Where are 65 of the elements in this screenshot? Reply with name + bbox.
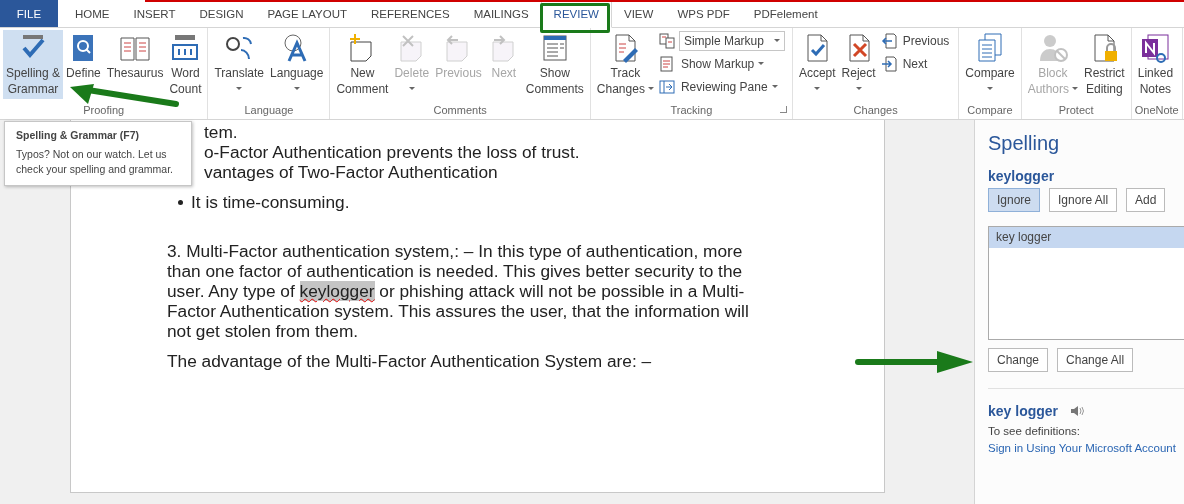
ribbon-button[interactable]: Show Comments [522,30,587,99]
document-text: o-Factor Authentication prevents the loss of trust. [204,142,580,162]
ribbon-button[interactable]: Track Changes [593,30,657,99]
definition-note: To see definitions: [988,425,1082,437]
ribbon-button[interactable]: Previous [900,34,952,48]
pane-button[interactable]: Ignore All [1049,188,1118,212]
sign-in-link[interactable]: Sign in Using Your Microsoft Account [988,442,1184,454]
caret-icon [647,87,654,91]
highlight-rectangle [540,3,610,33]
caret-icon [1072,87,1079,91]
markup-icon [658,33,675,49]
pane-button[interactable]: Add [1126,188,1166,212]
ribbon-button[interactable]: Linked Notes [1134,30,1177,99]
list-item: It is time-consuming. [191,192,350,212]
suggestion-item[interactable]: key logger [989,227,1184,248]
ribbon-button[interactable]: Restrict Editing [1081,30,1128,99]
group-label: Tracking [670,104,713,116]
ribbon-button[interactable]: Next [900,57,930,71]
caret-icon [855,87,862,90]
paragraph: 3. Multi-Factor authentication system,: – In this type of authentication, more than one factor of authentication is needed. This gives better security to the user. Any type of keylogger or phishing attack will not be possible in a Multi-Factor Authentication system. This assures the user, that the information will not get stolen from them. [167,241,750,341]
caret-icon [236,87,243,90]
pane-button[interactable]: Change All [1057,348,1134,372]
tooltip-title: Spelling & Grammar (F7) [16,129,141,141]
group-label: Comments [433,104,487,116]
file-tab[interactable]: FILE [0,0,58,27]
group-label: Compare [967,104,1013,116]
group-label: Proofing [83,104,125,116]
ribbon-button[interactable]: Reject [838,30,879,94]
previous-arrow-icon [880,33,897,49]
ribbon-button[interactable]: Accept [795,30,839,94]
ribbon-button[interactable]: Define [63,30,104,83]
group-label: Language [244,104,294,116]
document-text: vantages of Two-Factor Authentication [204,162,498,182]
ribbon-button[interactable]: Translate [211,30,268,94]
paragraph: The advantage of the Multi-Factor Authentication System are: – [167,351,653,371]
pane-title: Spelling [988,132,1061,156]
document-text: tem. [204,122,238,142]
ribbon-button[interactable]: Show Markup [678,57,767,71]
pane-icon [658,79,675,95]
ribbon-button[interactable]: Thesaurus [103,30,167,83]
pane-button[interactable]: Change [988,348,1049,372]
pane-button[interactable]: Ignore [988,188,1041,212]
caret-icon [293,87,300,90]
group-label: Protect [1058,104,1094,116]
caret-icon [987,87,993,90]
notebook-icon [1139,32,1172,64]
tooltip-text: Typos? Not on our watch. Let us check your spelling and grammar. [16,147,174,177]
misspelled-word: keylogger [988,168,1056,184]
dialog-launcher-icon[interactable] [779,106,787,113]
ribbon-button[interactable]: Reviewing Pane [678,80,780,94]
ribbon-button[interactable]: New Comment [333,30,392,99]
caret-icon [814,87,821,90]
caret-icon [408,87,415,90]
ribbon-button[interactable]: Word Count [166,30,205,99]
document-icon [658,56,675,72]
ribbon-button[interactable]: Spelling & Grammar [3,30,64,99]
next-arrow-icon [880,56,897,72]
bullet-icon [178,199,183,205]
markup-dropdown[interactable]: Simple Markup [678,31,785,51]
ribbon-button[interactable]: Compare [962,30,1018,94]
group-label: Changes [853,104,898,116]
ribbon-button[interactable]: Language [267,30,327,94]
definition-word: key logger [988,403,1059,419]
group-label: OneNote [1134,104,1179,116]
speaker-icon[interactable] [1070,405,1085,417]
